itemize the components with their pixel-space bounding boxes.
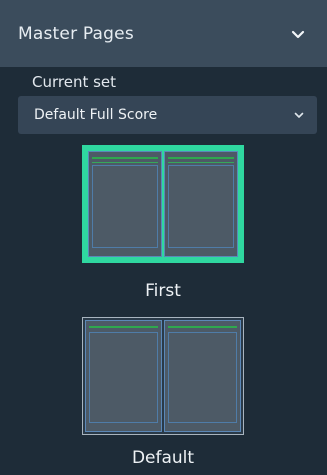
current-set-select[interactable]: Default Full Score	[18, 96, 317, 134]
current-set-label: Current set	[32, 73, 117, 91]
master-pages-panel-header[interactable]: Master Pages	[0, 0, 327, 67]
panel-title: Master Pages	[18, 23, 134, 44]
right-page-preview	[164, 151, 238, 257]
chevron-down-icon[interactable]	[287, 23, 309, 45]
master-page-name-default: Default	[131, 448, 195, 468]
master-page-thumbnail-default[interactable]	[82, 317, 244, 435]
left-page-preview	[88, 151, 162, 257]
chevron-down-icon	[291, 107, 307, 123]
right-page-preview	[164, 320, 241, 432]
current-set-value: Default Full Score	[34, 107, 158, 123]
master-page-name-first: First	[145, 281, 181, 301]
master-page-thumbnail-first[interactable]	[82, 145, 244, 263]
left-page-preview	[85, 320, 162, 432]
